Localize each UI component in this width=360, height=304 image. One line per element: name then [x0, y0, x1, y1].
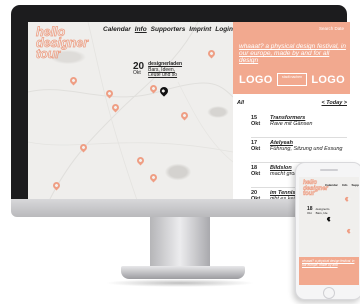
phone-nav-info[interactable]: Info — [342, 183, 348, 187]
event-month: Okt — [251, 146, 261, 152]
festival-tagline[interactable]: whaaat? a physical design festival, in o… — [239, 43, 347, 65]
phone-nav-calendar[interactable]: Calendar — [325, 183, 338, 187]
list-item[interactable]: 15 Okt Transformers Rave mit Gänsen — [251, 115, 347, 138]
monitor-stand-neck — [150, 217, 210, 269]
event-date: 18 Okt — [307, 207, 313, 215]
list-item[interactable]: 17 Okt Atelyeah Führung, Sitzung und Ess… — [251, 140, 347, 163]
event-info: designerladen Bars, Ideen, Leute und so — [148, 61, 182, 79]
event-date: 20 Okt — [133, 62, 144, 79]
hero-banner: Search Date whaaat? a physical design fe… — [233, 22, 350, 94]
event-info: Transformers Rave mit Gänsen — [270, 115, 313, 137]
map-event-popup[interactable]: 20 Okt designerladen Bars, Ideen, Leute … — [133, 61, 182, 79]
event-tags: Bars, Ide — [315, 210, 328, 215]
site-logo[interactable]: hello designer tour — [36, 25, 89, 61]
event-month: Okt — [307, 210, 312, 215]
map-pin-icon[interactable] — [344, 196, 350, 202]
map-pin-selected-icon[interactable] — [326, 216, 332, 222]
main-nav: Calendar Info Supporters Imprint Login — [103, 26, 233, 33]
event-info: designerlo Bars, Ide — [315, 207, 330, 215]
nav-calendar[interactable]: Calendar — [103, 26, 131, 33]
map-view[interactable]: hello designer tour Calendar Info Suppor… — [28, 22, 233, 203]
phone-nav: Calendar Info Supp — [325, 183, 359, 187]
monitor-stand-base — [121, 266, 245, 279]
phone-hero-banner: whaaat? a physical design festival, in o… — [299, 257, 359, 285]
sponsor-logo-box: stadt nachen — [277, 73, 307, 86]
phone-screen: hello designer tour Calendar Info Supp 1… — [299, 177, 359, 285]
event-month: Okt — [251, 171, 261, 177]
event-filter: All < Today > — [237, 100, 347, 106]
event-tags: Leute und so — [148, 72, 178, 78]
search-date-label[interactable]: Search Date — [319, 26, 344, 31]
event-desc: Rave mit Gänsen — [270, 121, 313, 127]
event-date: 18 Okt — [251, 165, 261, 187]
event-desc: Führung, Sitzung und Essung — [270, 146, 343, 152]
sponsor-logo: LOGO — [311, 73, 345, 86]
sponsor-logo: LOGO — [239, 73, 273, 86]
logo-line: tour — [36, 47, 61, 61]
phone-event-popup[interactable]: 18 Okt designerlo Bars, Ide — [307, 207, 330, 215]
stand-shadow — [105, 279, 255, 287]
logo-line: tour — [303, 191, 315, 197]
phone-tagline[interactable]: whaaat? a physical design festival, in o… — [302, 259, 356, 268]
home-button-icon[interactable] — [323, 287, 335, 299]
nav-supporters[interactable]: Supporters — [151, 26, 186, 33]
nav-imprint[interactable]: Imprint — [189, 26, 211, 33]
sponsor-logos: LOGO stadt nachen LOGO — [239, 73, 345, 86]
phone-speaker — [320, 169, 338, 171]
event-date: 15 Okt — [251, 115, 261, 137]
filter-today[interactable]: < Today > — [322, 100, 347, 106]
phone-nav-supporters[interactable]: Supp — [352, 183, 360, 187]
nav-login[interactable]: Login — [215, 26, 233, 33]
mobile-phone: hello designer tour Calendar Info Supp 1… — [295, 162, 360, 300]
event-date: 17 Okt — [251, 140, 261, 162]
nav-info[interactable]: Info — [135, 26, 147, 33]
filter-all[interactable]: All — [237, 100, 244, 106]
map-pin-icon[interactable] — [346, 228, 352, 234]
event-month: Okt — [251, 121, 261, 127]
event-info: Atelyeah Führung, Sitzung und Essung — [270, 140, 342, 162]
